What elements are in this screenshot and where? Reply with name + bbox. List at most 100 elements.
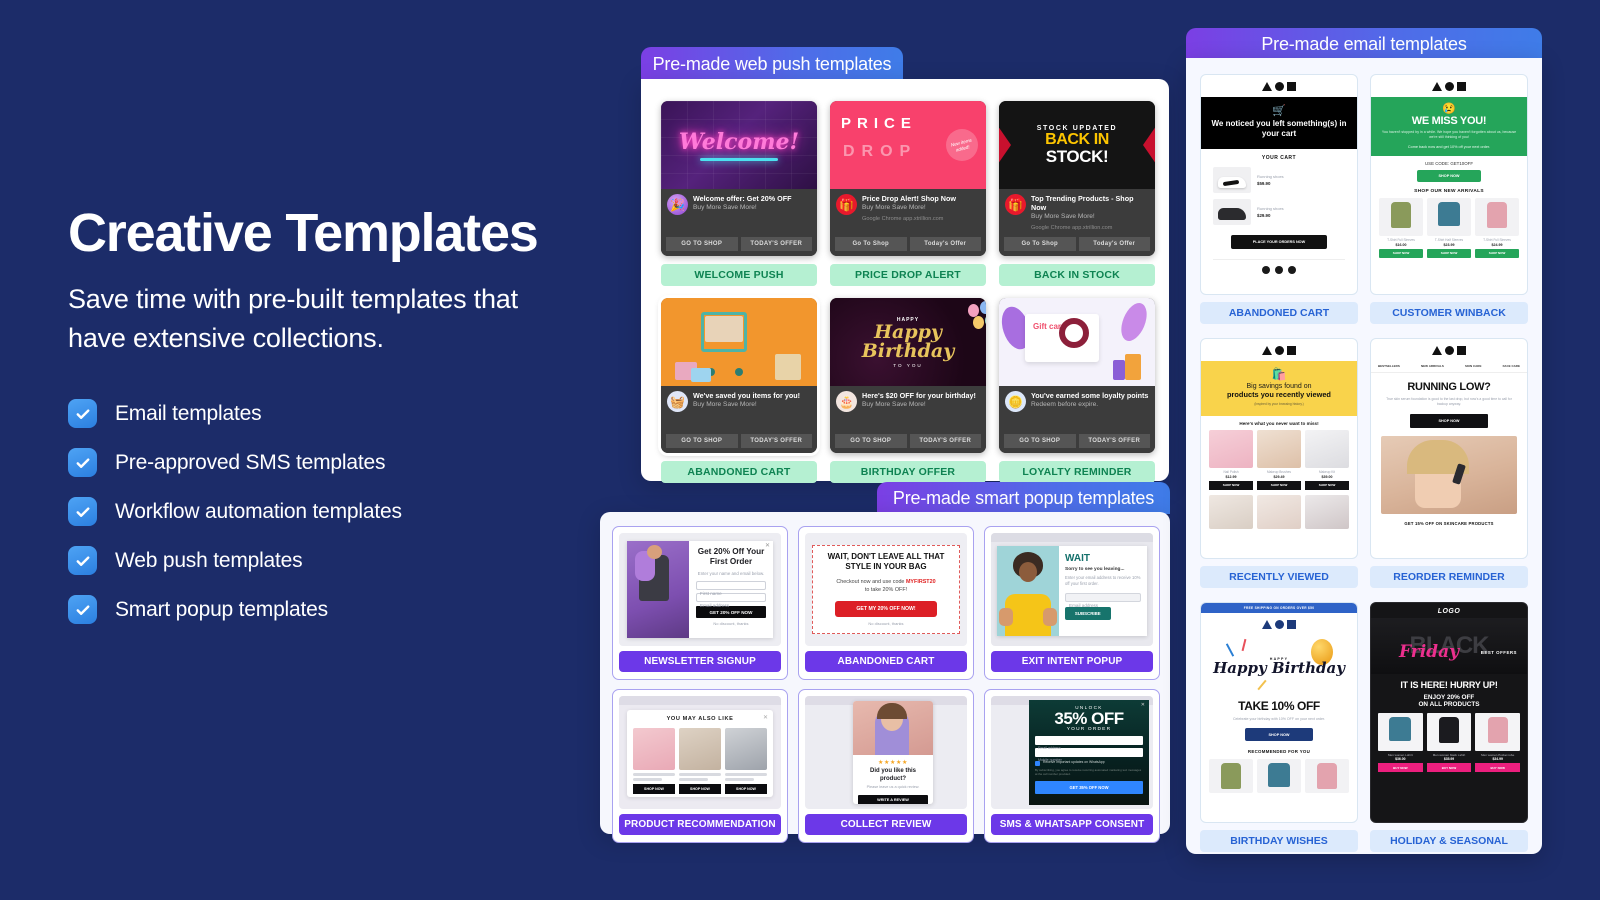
nav-item[interactable]: BESTSELLERS bbox=[1378, 364, 1400, 368]
template-card-exit-intent-popup[interactable]: WAIT Sorry to see you leaving... Enter y… bbox=[984, 526, 1160, 680]
close-icon[interactable]: ✕ bbox=[765, 542, 770, 549]
email-hero-title: WE MISS YOU! bbox=[1411, 115, 1487, 127]
place-order-button[interactable]: PLACE YOUR ORDERS NOW bbox=[1231, 234, 1327, 249]
close-icon[interactable]: ✕ bbox=[1141, 702, 1145, 708]
go-to-shop-button[interactable]: GO TO SHOP bbox=[835, 434, 907, 448]
cart-item-price: $59.90 bbox=[1257, 180, 1271, 186]
twitter-icon[interactable] bbox=[1275, 265, 1283, 274]
party-popper-icon: 🎉 bbox=[667, 194, 688, 215]
go-to-shop-button[interactable]: GO TO SHOP bbox=[666, 434, 738, 448]
template-card-loyalty-reminder[interactable]: Gift card 🪙 You've earned some loyalty p… bbox=[999, 298, 1155, 483]
template-card-customer-winback[interactable]: 😢 WE MISS YOU! You haven't stopped by in… bbox=[1370, 74, 1528, 324]
go-to-shop-button[interactable]: GO TO SHOP bbox=[1004, 434, 1076, 448]
popup-cta-button[interactable]: GET MY 20% OFF NOW! bbox=[835, 601, 937, 617]
product-price: $12.99 bbox=[1225, 474, 1237, 479]
shop-now-button[interactable]: SHOP NOW bbox=[1245, 728, 1313, 742]
consent-checkbox[interactable] bbox=[1035, 761, 1040, 766]
template-card-collect-review[interactable]: ★★★★★ Did you like this product? Please … bbox=[798, 689, 974, 843]
template-card-abandoned-cart-email[interactable]: 🛒 We noticed you left something(s) in yo… bbox=[1200, 74, 1358, 324]
popup-heading: Get 20% Off Your First Order bbox=[697, 547, 765, 567]
shop-now-button[interactable]: SHOP NOW bbox=[1209, 480, 1253, 490]
email-templates-panel: Pre-made email templates 🛒 We noticed yo… bbox=[1186, 28, 1542, 854]
popup-sub: Please leave us a quick review. bbox=[866, 785, 920, 789]
web-push-source: Google Chrome app.xtrillion.com bbox=[862, 215, 944, 222]
consent-fineprint: By subscribing, you agree to receive rec… bbox=[1035, 768, 1142, 777]
email-section-title: SHOP OUR NEW ARRIVALS bbox=[1414, 188, 1484, 194]
product-price: $23.99 bbox=[1443, 242, 1455, 247]
sad-face-emoji: 😢 bbox=[1442, 103, 1456, 115]
email-art-text: Happy Birthday bbox=[1213, 658, 1345, 677]
feature-item-workflow: Workflow automation templates bbox=[68, 497, 628, 527]
todays-offer-button[interactable]: Today's Offer bbox=[1078, 237, 1150, 251]
shop-now-button[interactable]: SHOP NOW bbox=[725, 784, 767, 794]
template-card-price-drop-alert[interactable]: PRICE DROP New items added! 🎁 Price Drop… bbox=[830, 101, 986, 286]
template-card-birthday-wishes[interactable]: FREE SHIPPING ON ORDERS OVER $50 HAPPY H… bbox=[1200, 602, 1358, 852]
template-card-product-recommendation[interactable]: YOU MAY ALSO LIKE ✕ SHOP NOW SHOP NOW SH… bbox=[612, 689, 788, 843]
shop-now-button[interactable]: SHOP NOW bbox=[1379, 248, 1423, 258]
popup-heading: WAIT bbox=[1065, 553, 1090, 564]
template-card-newsletter-signup[interactable]: Get 20% Off Your First Order Enter your … bbox=[612, 526, 788, 680]
template-card-abandoned-cart-popup[interactable]: WAIT, DON'T LEAVE ALL THAT STYLE IN YOUR… bbox=[798, 526, 974, 680]
email-input[interactable]: Email address bbox=[696, 593, 766, 608]
web-push-templates-panel: Pre-made web push templates Welcome! 🎉 W… bbox=[641, 47, 1169, 483]
shop-now-button[interactable]: SHOP NOW bbox=[1305, 480, 1349, 490]
popup-cta-button[interactable]: GET 35% OFF NOW bbox=[1035, 780, 1143, 794]
basket-icon: 🧺 bbox=[667, 391, 688, 412]
template-card-holiday-seasonal[interactable]: LOGO BLACK Friday BEST OFFERS IT IS HERE… bbox=[1370, 602, 1528, 852]
popup-cta-button[interactable]: SUBSCRIBE bbox=[1065, 606, 1111, 620]
brand-logo bbox=[1201, 75, 1357, 97]
buy-now-button[interactable]: BUY NOW bbox=[1475, 763, 1521, 772]
todays-offer-button[interactable]: TODAY'S OFFER bbox=[740, 434, 812, 448]
shop-now-button[interactable]: SHOP NOW bbox=[679, 784, 721, 794]
todays-offer-button[interactable]: Today's Offer bbox=[909, 237, 981, 251]
buy-now-button[interactable]: BUY NOW bbox=[1378, 763, 1423, 772]
template-card-sms-whatsapp-consent[interactable]: ✕ UNLOCK 35% OFF YOUR ORDER Email addres… bbox=[984, 689, 1160, 843]
close-icon[interactable]: ✕ bbox=[763, 714, 768, 721]
web-push-art-sub: TO YOU bbox=[893, 362, 923, 368]
go-to-shop-button[interactable]: Go To Shop bbox=[835, 237, 907, 251]
shop-now-button[interactable]: SHOP NOW bbox=[1416, 169, 1482, 182]
todays-offer-button[interactable]: TODAY'S OFFER bbox=[740, 237, 812, 251]
template-label: HOLIDAY & SEASONAL bbox=[1370, 830, 1528, 852]
popup-decline-link[interactable]: No discount, thanks bbox=[868, 621, 903, 627]
mobile-input[interactable]: Mobile number bbox=[1035, 748, 1143, 762]
go-to-shop-button[interactable]: GO TO SHOP bbox=[666, 237, 738, 251]
web-push-subtitle: Redeem before expire. bbox=[1031, 401, 1099, 408]
popup-cta-button[interactable]: WRITE A REVIEW bbox=[858, 794, 928, 804]
nav-item[interactable]: FACE CARE bbox=[1503, 364, 1520, 368]
web-push-title: Welcome offer: Get 20% OFF bbox=[693, 194, 792, 203]
todays-offer-button[interactable]: TODAY'S OFFER bbox=[909, 434, 981, 448]
shop-now-button[interactable]: SHOP NOW bbox=[1257, 480, 1301, 490]
check-icon bbox=[68, 399, 97, 429]
email-input[interactable]: Email address bbox=[1035, 736, 1143, 750]
template-card-abandoned-cart-push[interactable]: 🧺 We've saved you items for you! Buy Mor… bbox=[658, 295, 820, 483]
go-to-shop-button[interactable]: Go To Shop bbox=[1004, 237, 1076, 251]
instagram-icon[interactable] bbox=[1288, 265, 1296, 274]
gift-icon: 🎁 bbox=[1005, 194, 1026, 215]
nav-item[interactable]: SKIN CARE bbox=[1465, 364, 1482, 368]
web-push-source: Google Chrome app.xtrillion.com bbox=[1031, 224, 1113, 231]
shop-now-button[interactable]: SHOP NOW bbox=[1409, 414, 1489, 429]
shop-now-button[interactable]: SHOP NOW bbox=[1427, 248, 1471, 258]
nav-item[interactable]: NEW ARRIVALS bbox=[1421, 364, 1444, 368]
facebook-icon[interactable] bbox=[1262, 265, 1270, 274]
product-price: $35.99 bbox=[1443, 757, 1455, 761]
template-card-recently-viewed[interactable]: 🛍️ Big savings found on products you rec… bbox=[1200, 338, 1358, 588]
feature-item-sms: Pre-approved SMS templates bbox=[68, 448, 628, 478]
popup-sub: YOUR ORDER bbox=[1066, 727, 1112, 732]
template-label: EXIT INTENT POPUP bbox=[991, 651, 1153, 672]
popup-decline-link[interactable]: No discount, thanks bbox=[696, 621, 766, 627]
shop-now-button[interactable]: SHOP NOW bbox=[1475, 248, 1519, 258]
template-card-welcome-push[interactable]: Welcome! 🎉 Welcome offer: Get 20% OFF Bu… bbox=[661, 101, 817, 286]
email-input[interactable]: Email address bbox=[1065, 592, 1141, 608]
email-body-text-2: Come back now and get 10% off your next … bbox=[1407, 144, 1491, 149]
template-card-reorder-reminder[interactable]: BESTSELLERS NEW ARRIVALS SKIN CARE FACE … bbox=[1370, 338, 1528, 588]
template-card-birthday-offer[interactable]: HAPPY Happy Birthday TO YOU 🎂 Here's $20… bbox=[830, 298, 986, 483]
email-footer-text: GET 15% OFF ON SKINCARE PRODUCTS bbox=[1404, 521, 1494, 527]
shop-now-button[interactable]: SHOP NOW bbox=[633, 784, 675, 794]
template-card-back-in-stock[interactable]: STOCK UPDATED BACK IN STOCK! 🎁 Top Trend… bbox=[999, 101, 1155, 286]
page-subtitle: Save time with pre-built templates that … bbox=[68, 283, 518, 353]
first-name-input[interactable]: First name bbox=[696, 581, 766, 596]
todays-offer-button[interactable]: TODAY'S OFFER bbox=[1078, 434, 1150, 448]
buy-now-button[interactable]: BUY NOW bbox=[1426, 763, 1472, 772]
